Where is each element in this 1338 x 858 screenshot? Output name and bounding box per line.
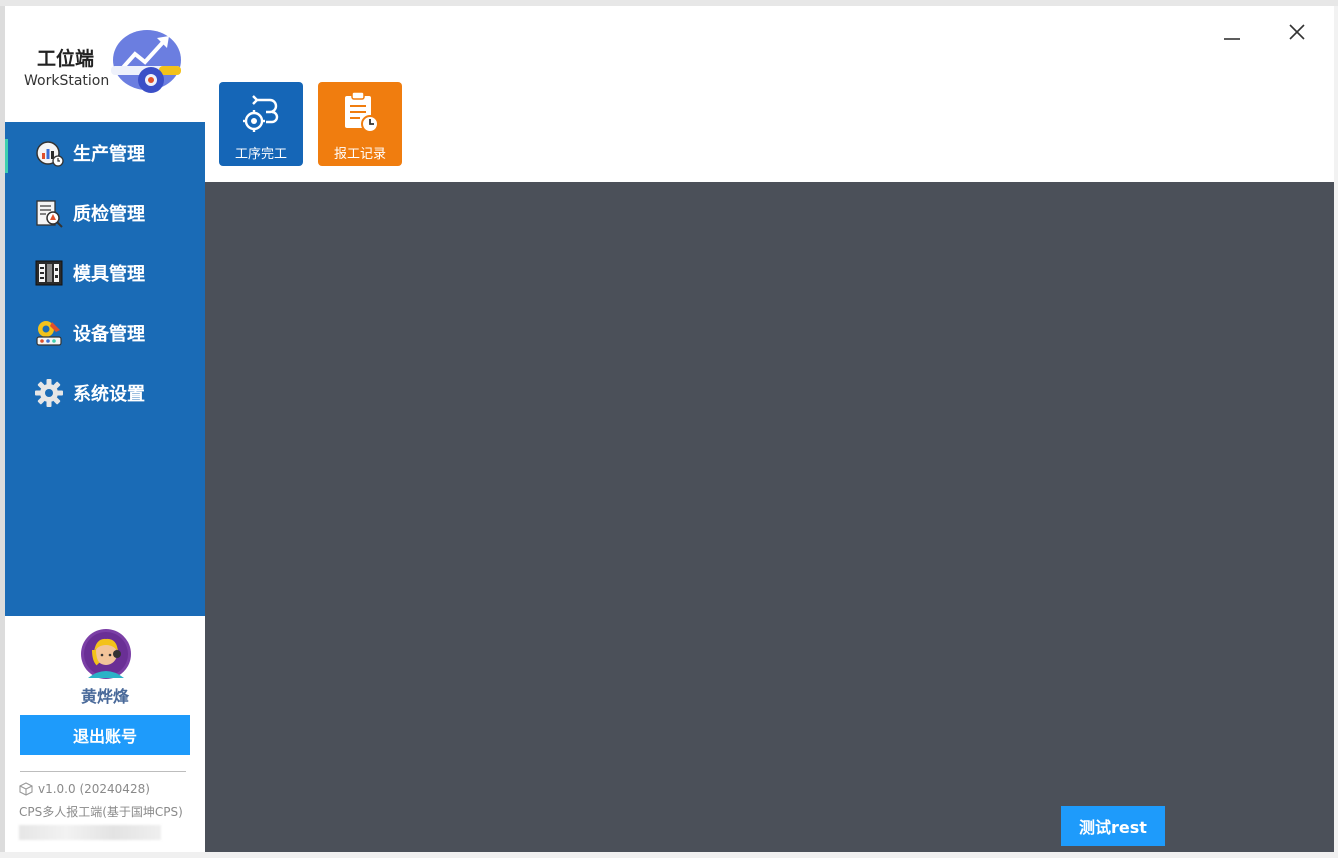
avatar (81, 629, 131, 679)
sidebar-item-label: 设备管理 (73, 324, 145, 345)
mold-icon (35, 260, 63, 286)
sidebar-item-label: 生产管理 (73, 144, 145, 165)
process-gear-icon (243, 95, 279, 132)
quality-inspection-icon (36, 200, 63, 228)
cube-icon (19, 782, 33, 796)
version-text: v1.0.0 (20240428) (38, 782, 150, 796)
equipment-icon (36, 321, 62, 346)
sidebar-item-equipment[interactable]: 设备管理 (5, 307, 205, 357)
tile-work-report-records[interactable]: 报工记录 (318, 82, 402, 166)
app-title: 工位端 (37, 48, 95, 70)
sidebar-item-quality-inspection[interactable]: 质检管理 (5, 187, 205, 237)
divider (20, 771, 186, 772)
sidebar-item-mold[interactable]: 模具管理 (5, 247, 205, 297)
production-icon (36, 141, 64, 167)
background-app-edge (1334, 6, 1338, 858)
sidebar-item-label: 系统设置 (73, 384, 145, 405)
workstation-window: 工位端 WorkStation 工序完工 报工记录 生产管理 质检管理 模具管理… (5, 6, 1334, 852)
sidebar-item-production[interactable]: 生产管理 (5, 127, 205, 177)
blurred-text (19, 825, 161, 840)
clipboard-clock-icon (345, 91, 379, 133)
close-button[interactable] (1279, 18, 1315, 46)
sidebar: 生产管理 质检管理 模具管理 设备管理 系统设置 (5, 122, 205, 616)
logout-button[interactable]: 退出账号 (20, 715, 190, 755)
active-indicator (5, 139, 8, 173)
close-icon (1289, 24, 1305, 40)
sidebar-item-label: 模具管理 (73, 264, 145, 285)
main-content: 测试rest (205, 182, 1334, 852)
tile-process-complete-label: 工序完工 (234, 147, 287, 162)
tile-work-report-records-label: 报工记录 (333, 147, 386, 162)
minimize-button[interactable] (1214, 18, 1250, 46)
app-subtitle: WorkStation (24, 73, 110, 89)
user-panel: 黄烨烽 退出账号 v1.0.0 (20240428) CPS多人报工端(基于国坤… (5, 616, 205, 852)
app-description: CPS多人报工端(基于国坤CPS) (19, 805, 183, 819)
background-app-bottom (0, 852, 1338, 858)
minimize-icon (1224, 38, 1240, 40)
logo-icon (111, 30, 181, 93)
test-rest-button[interactable]: 测试rest (1061, 806, 1165, 846)
tile-process-complete[interactable]: 工序完工 (219, 82, 303, 166)
username: 黄烨烽 (80, 687, 129, 706)
sidebar-item-label: 质检管理 (73, 204, 145, 225)
gear-icon (35, 379, 63, 407)
sidebar-item-system-settings[interactable]: 系统设置 (5, 367, 205, 417)
version-info: v1.0.0 (20240428) (19, 780, 150, 798)
